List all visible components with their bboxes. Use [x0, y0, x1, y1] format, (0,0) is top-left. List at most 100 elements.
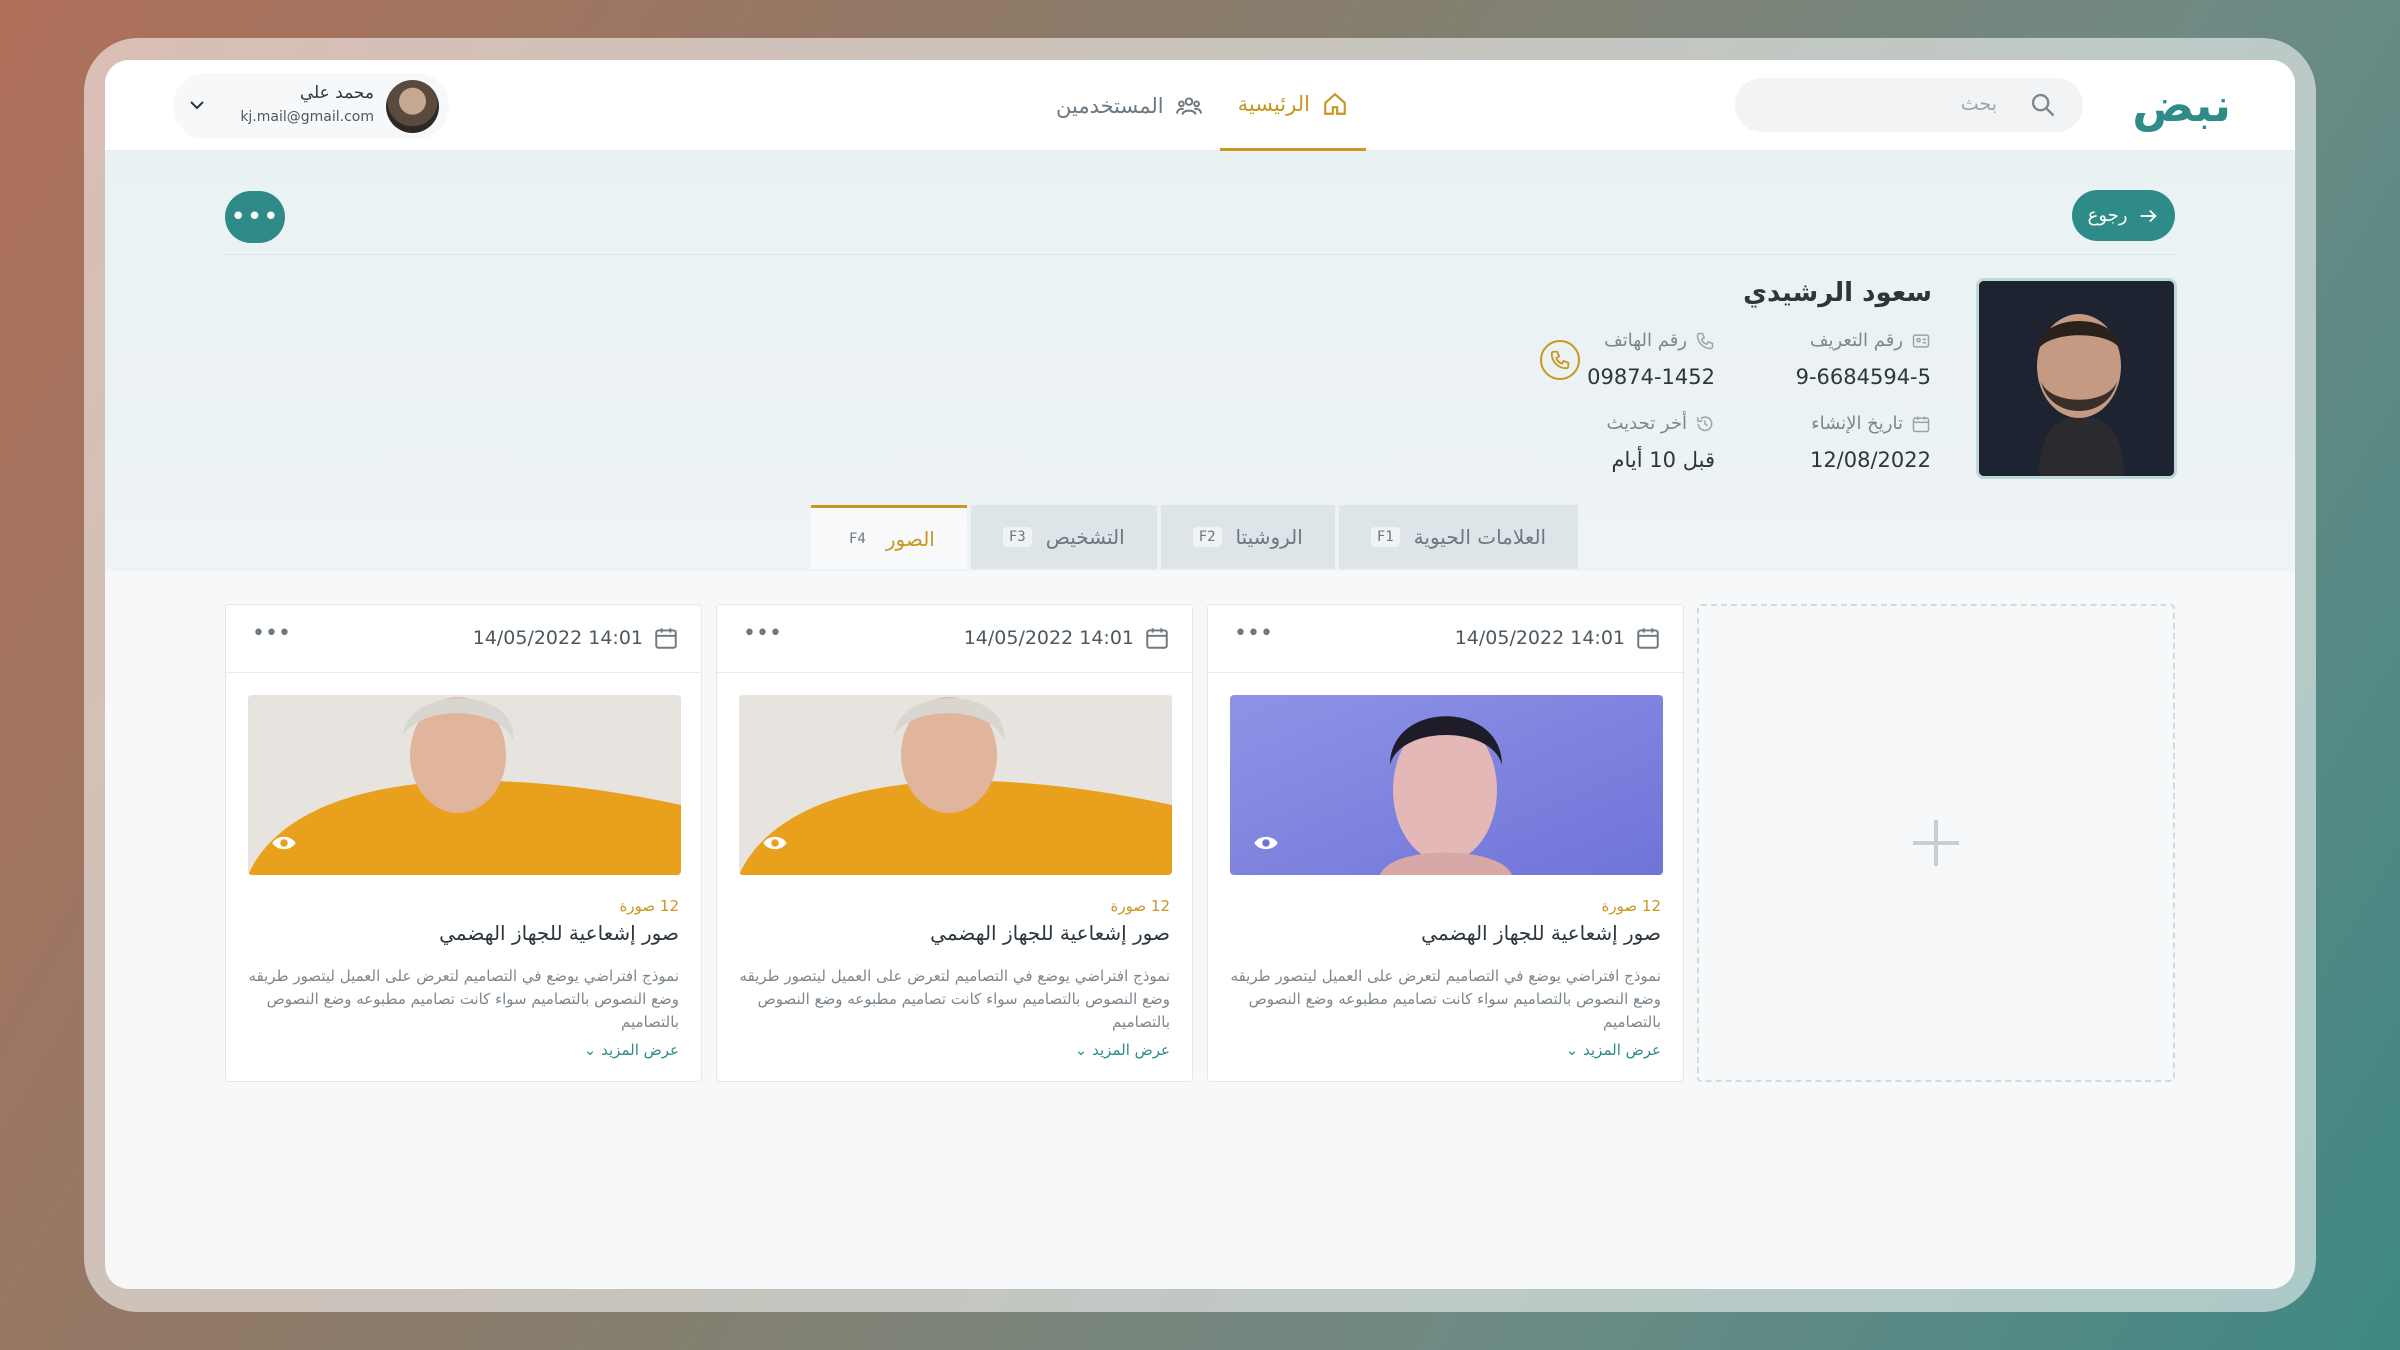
tab-diagnosis[interactable]: التشخيص F3 — [970, 505, 1157, 569]
calendar-icon — [1637, 628, 1659, 649]
back-button-label: رجوع — [2087, 205, 2128, 226]
chevron-down-icon: ⌄ — [1565, 1041, 1579, 1059]
updated-field: أخر تحديث قبل 10 أيام — [1606, 413, 1715, 472]
image-count: 12 صورة — [1601, 897, 1661, 915]
tab-vitals-shortcut: F1 — [1370, 527, 1400, 547]
nav-tab-home-label: الرئيسية — [1237, 92, 1310, 116]
card-options-icon[interactable]: ••• — [743, 621, 782, 646]
created-date-value: 12/08/2022 — [1809, 448, 1931, 472]
calendar-icon — [1146, 628, 1168, 649]
eye-icon[interactable] — [761, 829, 789, 857]
image-card-header: 14/05/2022 14:01 ••• — [226, 605, 701, 673]
tab-vitals[interactable]: العلامات الحيوية F1 — [1338, 505, 1579, 569]
tab-images[interactable]: الصور F4 — [811, 505, 967, 569]
created-date-label: تاريخ الإنشاء — [1811, 413, 1903, 434]
image-card-date: 14/05/2022 14:01 — [472, 627, 643, 649]
call-button[interactable] — [1540, 340, 1580, 380]
patient-id-value: 9-6684594-5 — [1795, 365, 1931, 389]
nav-tab-home[interactable]: الرئيسية — [1219, 60, 1366, 151]
more-options-button[interactable]: ••• — [225, 191, 285, 243]
image-card-title: صور إشعاعية للجهاز الهضمي — [439, 921, 679, 945]
image-card-thumbnail[interactable] — [1230, 695, 1663, 875]
image-card-title: صور إشعاعية للجهاز الهضمي — [930, 921, 1170, 945]
phone-icon — [1696, 332, 1714, 349]
chevron-down-icon: ⌄ — [583, 1041, 597, 1059]
home-icon — [1324, 92, 1346, 115]
eye-icon[interactable] — [1252, 829, 1280, 857]
chevron-down-icon[interactable] — [185, 93, 209, 117]
image-count: 12 صورة — [1110, 897, 1170, 915]
image-thumbnail — [248, 695, 681, 875]
add-image-card[interactable] — [1697, 604, 2175, 1082]
image-card-description: نموذج افتراضي يوضع في التصاميم لتعرض على… — [248, 967, 679, 1031]
user-name: محمد علي — [299, 83, 374, 103]
show-more-label: عرض المزيد — [1092, 1041, 1170, 1059]
patient-photo-image — [1979, 281, 2174, 476]
calendar-icon — [655, 628, 677, 649]
tab-diagnosis-label: التشخيص — [1045, 525, 1125, 549]
search-icon — [2031, 93, 2055, 117]
plus-icon — [1913, 820, 1959, 866]
app-screen: نبض بحث الرئيسية المستخدمين محمد علي kj.… — [105, 60, 2295, 1289]
patient-photo — [1976, 278, 2177, 479]
image-card-header: 14/05/2022 14:01 ••• — [1208, 605, 1683, 673]
card-options-icon[interactable]: ••• — [1234, 621, 1273, 646]
updated-value: قبل 10 أيام — [1611, 448, 1715, 472]
tab-prescription-label: الروشيتا — [1235, 525, 1303, 549]
nav-tab-users-label: المستخدمين — [1056, 93, 1164, 118]
search-input[interactable]: بحث — [1735, 78, 2083, 132]
show-more-label: عرض المزيد — [601, 1041, 679, 1059]
arrow-right-icon — [2141, 209, 2158, 222]
patient-name: سعود الرشيدي — [1743, 278, 1932, 308]
tab-images-shortcut: F4 — [849, 530, 866, 547]
image-card-description: نموذج افتراضي يوضع في التصاميم لتعرض على… — [739, 967, 1170, 1031]
eye-icon[interactable] — [270, 829, 298, 857]
image-thumbnail — [1230, 695, 1663, 875]
nav-tab-users[interactable]: المستخدمين — [1038, 60, 1220, 151]
top-bar: نبض بحث الرئيسية المستخدمين محمد علي kj.… — [105, 60, 2295, 151]
image-card-title: صور إشعاعية للجهاز الهضمي — [1421, 921, 1661, 945]
user-email: kj.mail@gmail.com — [240, 109, 374, 125]
image-card-header: 14/05/2022 14:01 ••• — [717, 605, 1192, 673]
divider — [225, 254, 2175, 255]
tab-prescription-shortcut: F2 — [1192, 527, 1222, 547]
calendar-icon — [1912, 416, 1930, 432]
patient-id-label: رقم التعريف — [1809, 330, 1903, 351]
user-menu[interactable]: محمد علي kj.mail@gmail.com — [173, 73, 449, 139]
tab-vitals-label: العلامات الحيوية — [1413, 525, 1547, 549]
tab-images-label: الصور — [885, 526, 935, 551]
image-card-thumbnail[interactable] — [739, 695, 1172, 875]
tab-diagnosis-shortcut: F3 — [1002, 527, 1032, 547]
app-logo[interactable]: نبض — [2132, 78, 2233, 132]
show-more-label: عرض المزيد — [1583, 1041, 1661, 1059]
card-options-icon[interactable]: ••• — [252, 621, 291, 646]
record-tabs: الصور F4 التشخيص F3 الروشيتا F2 العلامات… — [811, 505, 1579, 569]
created-date-field: تاريخ الإنشاء 12/08/2022 — [1810, 413, 1931, 472]
image-card-description: نموذج افتراضي يوضع في التصاميم لتعرض على… — [1230, 967, 1661, 1031]
patient-phone-value: 09874-1452 — [1587, 365, 1715, 389]
patient-id-field: رقم التعريف 9-6684594-5 — [1796, 330, 1931, 389]
show-more-link[interactable]: عرض المزيد ⌄ — [1566, 1041, 1661, 1059]
show-more-link[interactable]: عرض المزيد ⌄ — [584, 1041, 679, 1059]
image-count: 12 صورة — [619, 897, 679, 915]
image-card[interactable]: 14/05/2022 14:01 ••• 12 صورة صور إشعاعية… — [716, 604, 1193, 1082]
image-card[interactable]: 14/05/2022 14:01 ••• 12 صورة صور إشعاعية… — [225, 604, 702, 1082]
chevron-down-icon: ⌄ — [1074, 1041, 1088, 1059]
back-button[interactable]: رجوع — [2072, 190, 2175, 241]
show-more-link[interactable]: عرض المزيد ⌄ — [1075, 1041, 1170, 1059]
users-icon — [1175, 96, 1202, 115]
updated-label: أخر تحديث — [1606, 413, 1687, 434]
search-placeholder: بحث — [1960, 93, 1997, 115]
avatar — [386, 80, 439, 133]
image-card-thumbnail[interactable] — [248, 695, 681, 875]
history-icon — [1696, 415, 1713, 431]
main-nav: الرئيسية المستخدمين — [1038, 60, 1366, 151]
id-card-icon — [1912, 333, 1930, 348]
image-card[interactable]: 14/05/2022 14:01 ••• 12 صورة صور إشعاعية… — [1207, 604, 1684, 1082]
patient-phone-field: رقم الهاتف 09874-1452 — [1587, 330, 1715, 389]
image-card-date: 14/05/2022 14:01 — [963, 627, 1134, 649]
image-card-date: 14/05/2022 14:01 — [1454, 627, 1625, 649]
image-thumbnail — [739, 695, 1172, 875]
tab-prescription[interactable]: الروشيتا F2 — [1160, 505, 1335, 569]
patient-phone-label: رقم الهاتف — [1604, 330, 1687, 351]
